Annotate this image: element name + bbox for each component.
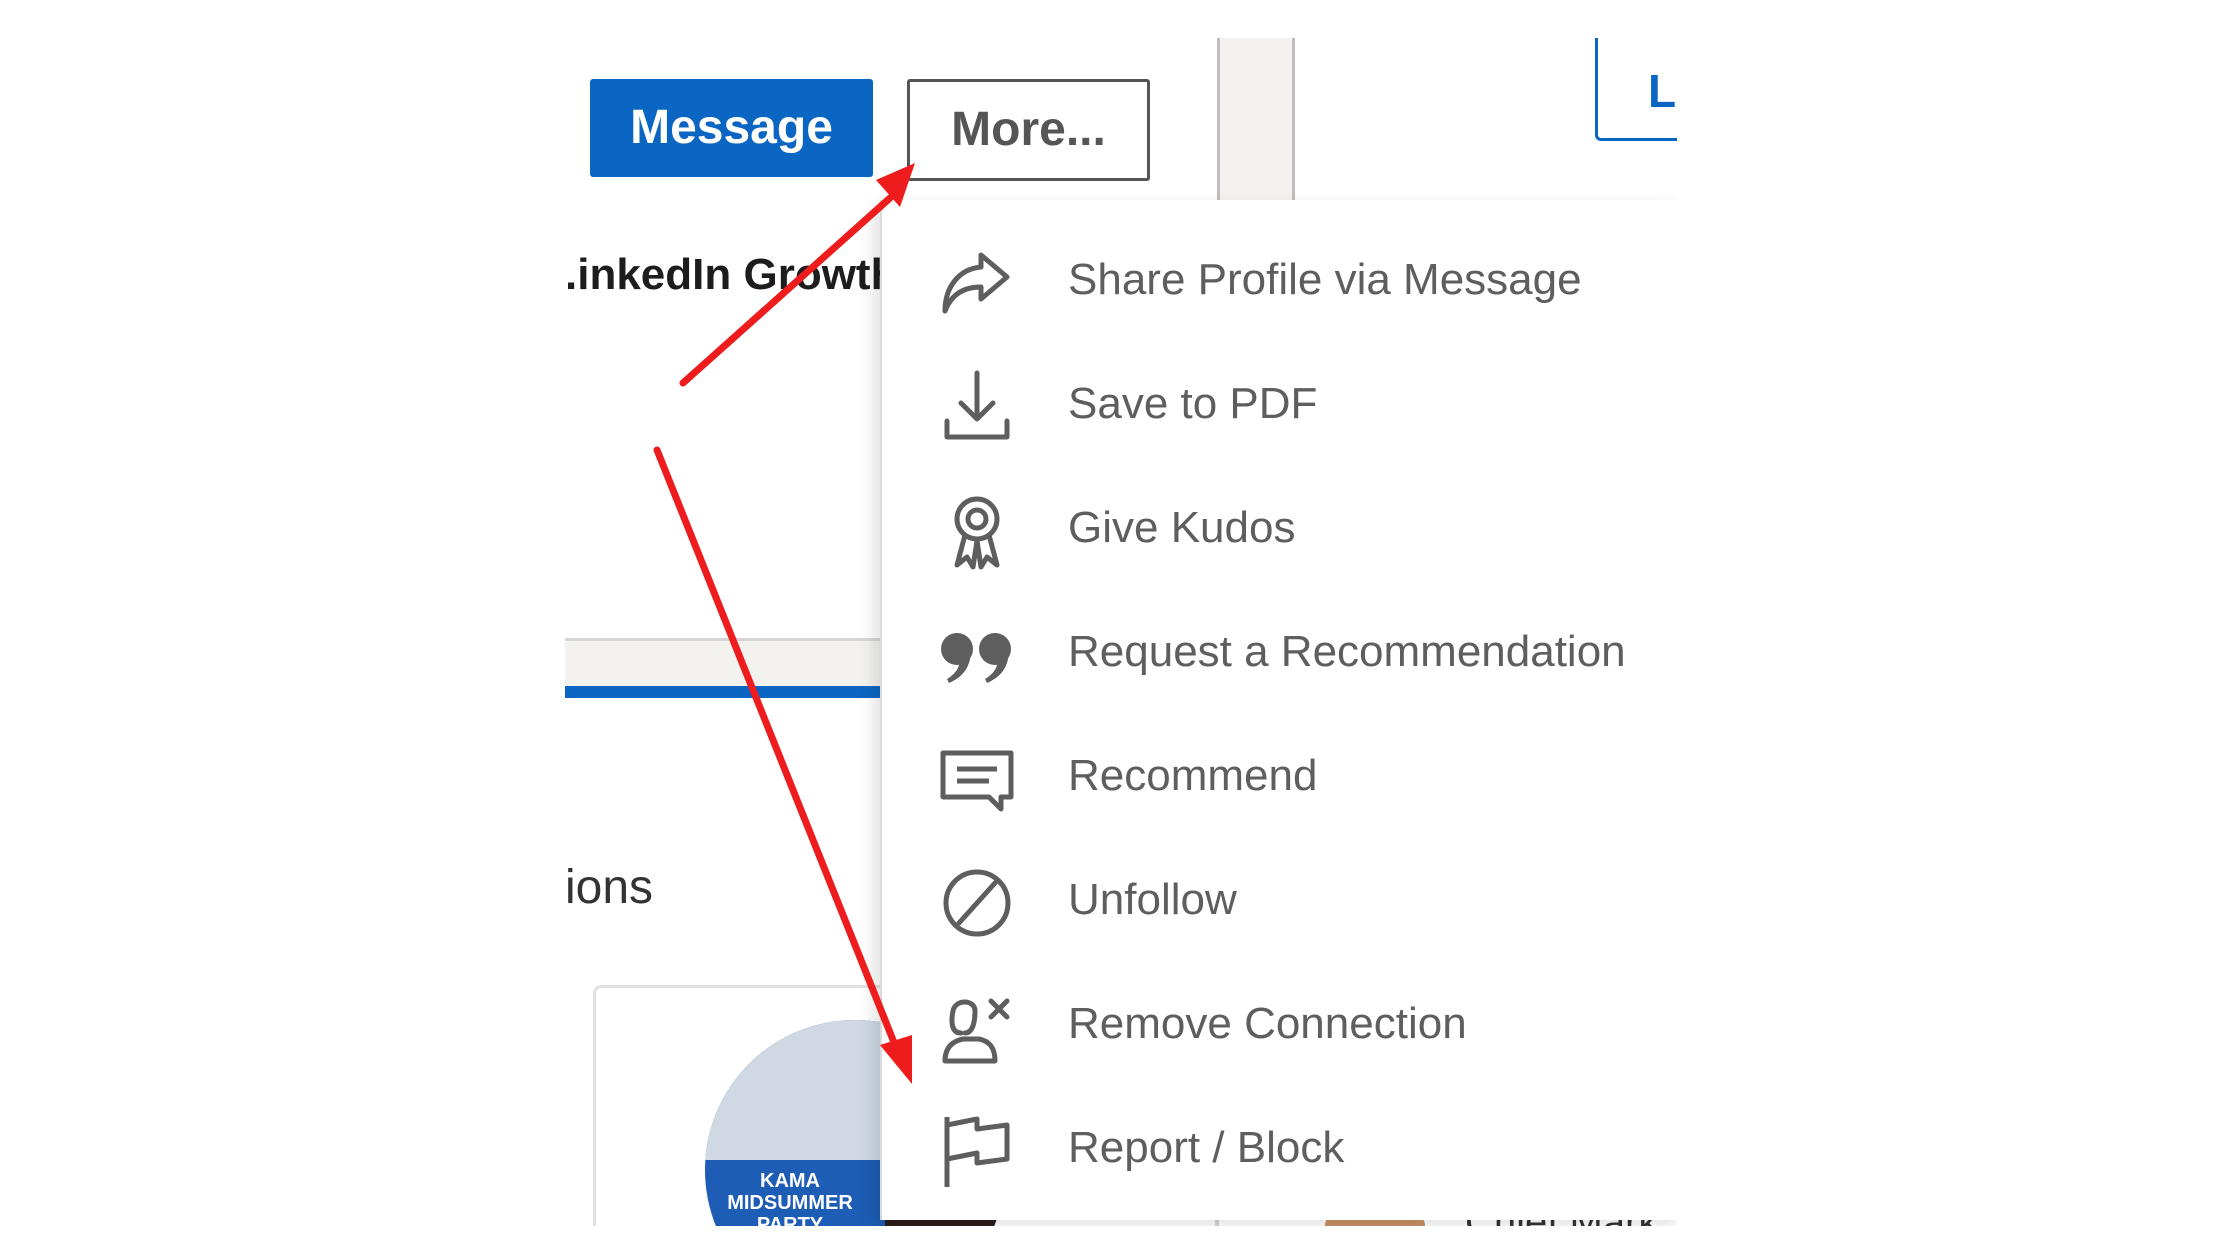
annotation-arrows bbox=[653, 163, 915, 1084]
arrow-to-more-button bbox=[679, 163, 915, 387]
arrow-to-report-block bbox=[653, 446, 912, 1084]
